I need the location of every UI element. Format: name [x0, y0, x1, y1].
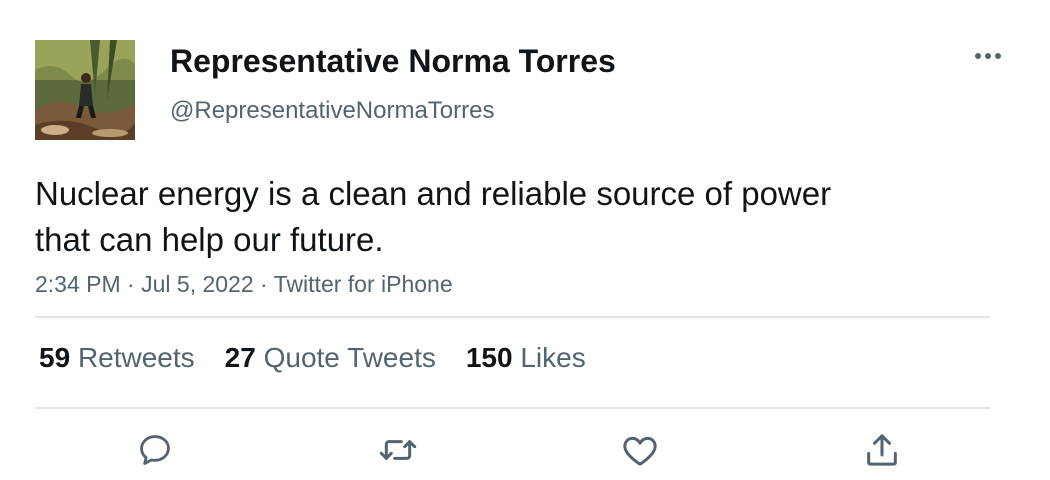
user-handle[interactable]: @RepresentativeNormaTorres: [170, 97, 494, 125]
reply-icon: [140, 435, 170, 465]
tweet-card: Representative Norma Torres @Representat…: [0, 0, 1050, 480]
more-dot: [985, 53, 991, 59]
reply-button[interactable]: [135, 430, 175, 470]
divider: [35, 316, 990, 318]
quote-tweets-stat[interactable]: 27 Quote Tweets: [225, 342, 436, 374]
retweets-stat[interactable]: 59 Retweets: [39, 342, 195, 374]
meta-separator: ·: [120, 271, 142, 297]
more-options-icon[interactable]: [968, 44, 1008, 68]
like-button[interactable]: [620, 430, 660, 470]
avatar[interactable]: [35, 40, 135, 140]
retweet-icon: [379, 440, 417, 460]
tweet-date[interactable]: Jul 5, 2022: [141, 271, 254, 297]
likes-count: 150: [465, 342, 513, 373]
more-dot: [975, 53, 981, 59]
retweets-label: Retweets: [77, 342, 195, 373]
share-icon: [867, 434, 897, 466]
tweet-text-line: Nuclear energy is a clean and reliable s…: [35, 175, 832, 212]
meta-separator: ·: [253, 271, 274, 297]
quote-tweets-label: Quote Tweets: [263, 342, 436, 373]
tweet-text: Nuclear energy is a clean and reliable s…: [35, 171, 955, 263]
likes-stat[interactable]: 150 Likes: [466, 342, 586, 374]
tweet-time[interactable]: 2:34 PM: [35, 271, 121, 297]
likes-label: Likes: [520, 342, 586, 373]
display-name[interactable]: Representative Norma Torres: [170, 43, 616, 80]
tweet-source[interactable]: Twitter for iPhone: [274, 271, 453, 297]
share-button[interactable]: [862, 430, 902, 470]
heart-icon: [623, 436, 657, 466]
retweet-button[interactable]: [378, 430, 418, 470]
more-dot: [995, 53, 1001, 59]
retweets-count: 59: [39, 342, 71, 373]
tweet-metadata: 2:34 PM · Jul 5, 2022 · Twitter for iPho…: [35, 271, 453, 298]
tweet-text-line: that can help our future.: [35, 221, 384, 258]
quote-tweets-count: 27: [224, 342, 256, 373]
engagement-stats: 59 Retweets 27 Quote Tweets 150 Likes: [39, 342, 616, 374]
profile-photo-icon: [35, 40, 135, 140]
divider: [35, 407, 990, 409]
